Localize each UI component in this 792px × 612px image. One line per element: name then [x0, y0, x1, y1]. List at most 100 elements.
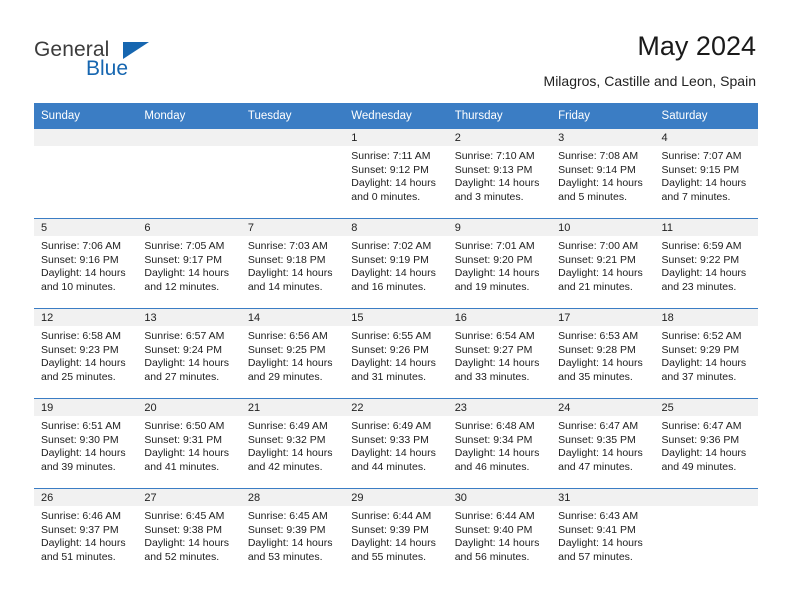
day-number: 11 [654, 219, 758, 236]
sunset-text: Sunset: 9:36 PM [661, 433, 740, 446]
day-number: 6 [137, 219, 241, 236]
day-cell[interactable]: 10 Sunrise: 7:00 AM Sunset: 9:21 PM Dayligh… [551, 218, 655, 309]
day-cell[interactable]: 3 Sunrise: 7:08 AM Sunset: 9:14 PM Daylight… [551, 128, 655, 219]
sunrise-text: Sunrise: 6:44 AM [351, 510, 432, 522]
day-cell[interactable]: 6 Sunrise: 7:05 AM Sunset: 9:17 PM Daylight… [137, 218, 241, 309]
day-details: Sunrise: 6:47 AM Sunset: 9:36 PM Daylight:… [655, 416, 758, 474]
sunset-text: Sunset: 9:20 PM [454, 253, 533, 266]
page-subtitle: Milagros, Castille and Leon, Spain [543, 73, 756, 89]
day-cell[interactable]: 26 Sunrise: 6:46 AM Sunset: 9:37 PM Dayligh… [34, 488, 138, 578]
day-cell[interactable]: 9 Sunrise: 7:01 AM Sunset: 9:20 PM Daylight… [447, 218, 552, 309]
sunset-text: Sunset: 9:31 PM [144, 433, 223, 446]
day-details: Sunrise: 6:45 AM Sunset: 9:39 PM Daylight:… [241, 506, 344, 564]
sunrise-text: Sunrise: 6:46 AM [41, 510, 121, 522]
day-number: 1 [344, 129, 448, 146]
day-cell[interactable]: 2 Sunrise: 7:10 AM Sunset: 9:13 PM Daylight… [447, 128, 552, 219]
day-cell[interactable]: 1 Sunrise: 7:11 AM Sunset: 9:12 PM Daylight… [344, 128, 448, 219]
sunset-text: Sunset: 9:30 PM [41, 433, 119, 446]
daylight-text: Daylight: 14 hours and 0 minutes. [351, 177, 436, 203]
day-cell[interactable]: 12 Sunrise: 6:58 AM Sunset: 9:23 PM Dayligh… [34, 308, 138, 399]
day-number: 31 [551, 489, 655, 506]
day-cell[interactable]: 8 Sunrise: 7:02 AM Sunset: 9:19 PM Daylight… [344, 218, 448, 309]
day-cell[interactable]: 21 Sunrise: 6:49 AM Sunset: 9:32 PM Dayligh… [240, 398, 345, 489]
page-header: General Blue May 2024 Milagros, Castille… [0, 0, 792, 100]
daylight-text: Daylight: 14 hours and 3 minutes. [454, 177, 540, 203]
day-cell[interactable]: 4 Sunrise: 7:07 AM Sunset: 9:15 PM Daylight… [654, 128, 758, 219]
title-block: May 2024 Milagros, Castille and Leon, Sp… [544, 30, 756, 90]
day-details: Sunrise: 6:48 AM Sunset: 9:34 PM Daylight:… [448, 416, 551, 474]
daylight-text: Daylight: 14 hours and 56 minutes. [454, 537, 540, 563]
day-cell[interactable]: 15 Sunrise: 6:55 AM Sunset: 9:26 PM Dayligh… [344, 308, 448, 399]
sunset-text: Sunset: 9:35 PM [558, 433, 636, 446]
day-details: Sunrise: 6:51 AM Sunset: 9:30 PM Daylight:… [34, 416, 137, 474]
sunset-text: Sunset: 9:27 PM [454, 343, 533, 356]
day-cell[interactable]: 19 Sunrise: 6:51 AM Sunset: 9:30 PM Dayligh… [34, 398, 138, 489]
day-cell[interactable]: 16 Sunrise: 6:54 AM Sunset: 9:27 PM Dayligh… [447, 308, 552, 399]
day-details: Sunrise: 7:05 AM Sunset: 9:17 PM Daylight:… [137, 236, 240, 294]
day-cell[interactable]: 7 Sunrise: 7:03 AM Sunset: 9:18 PM Daylight… [240, 218, 345, 309]
day-cell[interactable]: 31 Sunrise: 6:43 AM Sunset: 9:41 PM Dayligh… [551, 488, 655, 578]
day-cell[interactable]: 20 Sunrise: 6:50 AM Sunset: 9:31 PM Dayligh… [137, 398, 241, 489]
day-details: Sunrise: 6:49 AM Sunset: 9:32 PM Daylight:… [241, 416, 344, 474]
daylight-text: Daylight: 14 hours and 10 minutes. [41, 267, 126, 293]
calendar-week-row: 19 Sunrise: 6:51 AM Sunset: 9:30 PM Dayligh… [34, 398, 758, 489]
daylight-text: Daylight: 14 hours and 42 minutes. [247, 447, 333, 473]
day-cell[interactable]: 30 Sunrise: 6:44 AM Sunset: 9:40 PM Dayligh… [447, 488, 552, 578]
sunset-text: Sunset: 9:29 PM [661, 343, 740, 356]
day-cell[interactable]: 25 Sunrise: 6:47 AM Sunset: 9:36 PM Dayligh… [654, 398, 758, 489]
day-number: 26 [34, 489, 138, 506]
day-cell[interactable]: 17 Sunrise: 6:53 AM Sunset: 9:28 PM Dayligh… [551, 308, 655, 399]
day-cell[interactable]: 28 Sunrise: 6:45 AM Sunset: 9:39 PM Dayligh… [240, 488, 345, 578]
daylight-text: Daylight: 14 hours and 41 minutes. [144, 447, 230, 473]
daylight-text: Daylight: 14 hours and 52 minutes. [144, 537, 230, 563]
day-cell-empty [34, 128, 138, 219]
sunset-text: Sunset: 9:15 PM [661, 163, 740, 176]
day-number: 14 [240, 309, 345, 326]
sunrise-text: Sunrise: 6:43 AM [558, 510, 639, 522]
daylight-text: Daylight: 14 hours and 7 minutes. [661, 177, 747, 203]
day-cell[interactable]: 14 Sunrise: 6:56 AM Sunset: 9:25 PM Dayligh… [240, 308, 345, 399]
daylight-text: Daylight: 14 hours and 49 minutes. [661, 447, 747, 473]
sunset-text: Sunset: 9:26 PM [351, 343, 429, 356]
day-number: 7 [240, 219, 345, 236]
sunset-text: Sunset: 9:14 PM [558, 163, 636, 176]
day-number: 17 [551, 309, 655, 326]
day-details: Sunrise: 6:43 AM Sunset: 9:41 PM Daylight:… [551, 506, 654, 564]
sunset-text: Sunset: 9:23 PM [41, 343, 119, 356]
day-cell[interactable]: 22 Sunrise: 6:49 AM Sunset: 9:33 PM Dayligh… [344, 398, 448, 489]
calendar-page: General Blue May 2024 Milagros, Castille… [0, 0, 792, 612]
sunrise-text: Sunrise: 6:44 AM [454, 510, 535, 522]
daylight-text: Daylight: 14 hours and 27 minutes. [144, 357, 230, 383]
sunrise-text: Sunrise: 6:51 AM [41, 420, 121, 432]
day-cell[interactable]: 13 Sunrise: 6:57 AM Sunset: 9:24 PM Dayligh… [137, 308, 241, 399]
day-cell[interactable]: 11 Sunrise: 6:59 AM Sunset: 9:22 PM Dayligh… [654, 218, 758, 309]
day-number: 20 [137, 399, 241, 416]
day-cell[interactable]: 18 Sunrise: 6:52 AM Sunset: 9:29 PM Dayligh… [654, 308, 758, 399]
day-details: Sunrise: 6:46 AM Sunset: 9:37 PM Daylight:… [34, 506, 137, 564]
day-cell[interactable]: 5 Sunrise: 7:06 AM Sunset: 9:16 PM Daylight… [34, 218, 138, 309]
day-number: 27 [137, 489, 241, 506]
day-cell-empty [654, 488, 758, 578]
day-details: Sunrise: 6:54 AM Sunset: 9:27 PM Daylight:… [448, 326, 551, 384]
day-cell[interactable]: 23 Sunrise: 6:48 AM Sunset: 9:34 PM Dayligh… [447, 398, 552, 489]
sunrise-text: Sunrise: 6:45 AM [144, 510, 225, 522]
daylight-text: Daylight: 14 hours and 47 minutes. [558, 447, 643, 473]
day-cell[interactable]: 27 Sunrise: 6:45 AM Sunset: 9:38 PM Dayligh… [137, 488, 241, 578]
day-details: Sunrise: 6:45 AM Sunset: 9:38 PM Daylight:… [137, 506, 240, 564]
sunrise-text: Sunrise: 7:06 AM [41, 240, 121, 252]
weekday-header-saturday: Saturday [654, 103, 758, 129]
sunset-text: Sunset: 9:41 PM [558, 523, 636, 536]
daylight-text: Daylight: 14 hours and 35 minutes. [558, 357, 643, 383]
sunset-text: Sunset: 9:37 PM [41, 523, 119, 536]
calendar-header-row: Sunday Monday Tuesday Wednesday Thursday… [34, 103, 758, 129]
sunset-text: Sunset: 9:40 PM [454, 523, 533, 536]
day-cell[interactable]: 24 Sunrise: 6:47 AM Sunset: 9:35 PM Dayligh… [551, 398, 655, 489]
page-title: May 2024 [637, 31, 756, 61]
sunrise-text: Sunrise: 7:01 AM [454, 240, 535, 252]
day-details: Sunrise: 7:07 AM Sunset: 9:15 PM Daylight:… [655, 146, 758, 204]
daylight-text: Daylight: 14 hours and 44 minutes. [351, 447, 436, 473]
day-cell[interactable]: 29 Sunrise: 6:44 AM Sunset: 9:39 PM Dayligh… [344, 488, 448, 578]
calendar-week-row: 12 Sunrise: 6:58 AM Sunset: 9:23 PM Dayligh… [34, 308, 758, 399]
sunrise-text: Sunrise: 6:49 AM [351, 420, 432, 432]
sunrise-text: Sunrise: 6:53 AM [558, 330, 639, 342]
